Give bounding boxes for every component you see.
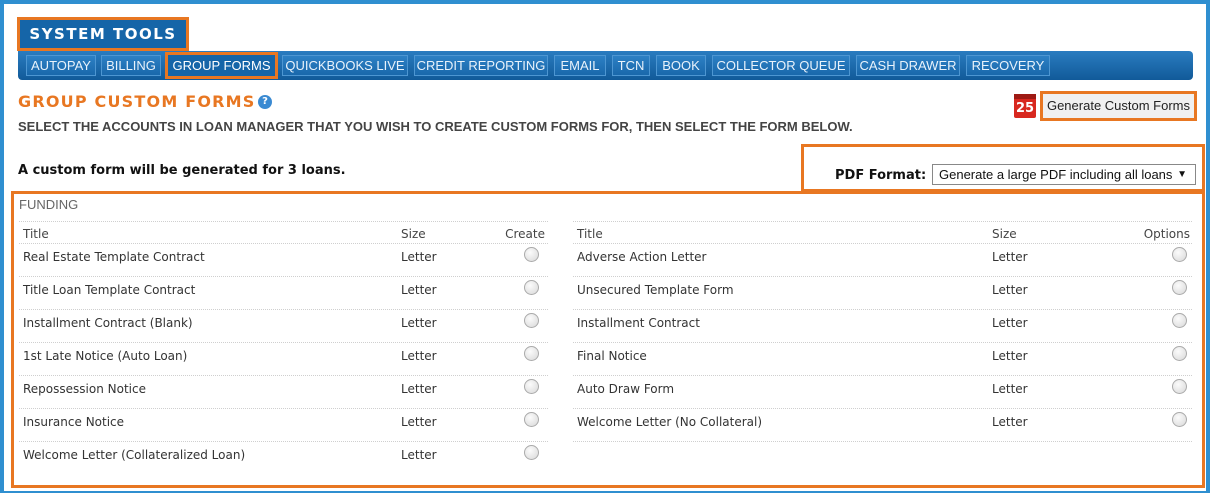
left-forms-table: Title Size Create Real Estate Template C… <box>19 221 548 475</box>
create-radio[interactable] <box>524 379 539 394</box>
system-tools-header[interactable]: SYSTEM TOOLS <box>17 17 189 51</box>
tab-email[interactable]: EMAIL <box>554 55 606 76</box>
tab-collector-queue[interactable]: COLLECTOR QUEUE <box>712 55 850 76</box>
create-radio[interactable] <box>524 412 539 427</box>
system-tools-label: SYSTEM TOOLS <box>29 25 177 43</box>
form-size: Letter <box>992 250 1028 264</box>
tab-autopay[interactable]: AUTOPAY <box>26 55 96 76</box>
table-row: Insurance Notice Letter <box>19 409 548 442</box>
form-title: Repossession Notice <box>23 382 146 396</box>
form-size: Letter <box>401 382 437 396</box>
tab-book[interactable]: BOOK <box>656 55 706 76</box>
form-size: Letter <box>401 349 437 363</box>
form-size: Letter <box>401 316 437 330</box>
table-row: Installment Contract (Blank) Letter <box>19 310 548 343</box>
table-row: Welcome Letter (No Collateral) Letter <box>573 409 1192 442</box>
pdf-format-selected: Generate a large PDF including all loans <box>939 167 1173 182</box>
tab-tcn[interactable]: TCN <box>612 55 650 76</box>
generate-forms-button-frame[interactable]: Generate Custom Forms <box>1040 91 1197 121</box>
pdf-format-section: PDF Format: Generate a large PDF includi… <box>801 144 1205 192</box>
table-row: Title Loan Template Contract Letter <box>19 277 548 310</box>
tab-cash-drawer[interactable]: CASH DRAWER <box>856 55 960 76</box>
form-size: Letter <box>401 415 437 429</box>
loan-count-note: A custom form will be generated for 3 lo… <box>18 163 346 178</box>
create-radio[interactable] <box>524 313 539 328</box>
table-header: Title Size Options <box>573 221 1192 244</box>
form-title: Title Loan Template Contract <box>23 283 196 297</box>
table-row: Repossession Notice Letter <box>19 376 548 409</box>
help-icon[interactable]: ? <box>258 95 272 109</box>
form-title: Final Notice <box>577 349 647 363</box>
header-size: Size <box>992 227 1017 241</box>
form-title: Welcome Letter (No Collateral) <box>577 415 763 429</box>
table-row: Adverse Action Letter Letter <box>573 244 1192 277</box>
table-row: Welcome Letter (Collateralized Loan) Let… <box>19 442 548 475</box>
generate-custom-forms-button[interactable]: Generate Custom Forms <box>1043 94 1194 118</box>
form-title: Real Estate Template Contract <box>23 250 205 264</box>
table-row: Installment Contract Letter <box>573 310 1192 343</box>
form-size: Letter <box>992 382 1028 396</box>
create-radio[interactable] <box>524 247 539 262</box>
form-title: Adverse Action Letter <box>577 250 707 264</box>
form-size: Letter <box>992 283 1028 297</box>
funding-section: FUNDING Title Size Create Real Estate Te… <box>11 191 1205 488</box>
form-title: Auto Draw Form <box>577 382 675 396</box>
tab-credit-reporting[interactable]: CREDIT REPORTING <box>414 55 548 76</box>
create-radio[interactable] <box>524 280 539 295</box>
calendar-day: 25 <box>1015 101 1035 116</box>
right-forms-table: Title Size Options Adverse Action Letter… <box>573 221 1192 442</box>
header-create: Create <box>505 227 545 241</box>
options-radio[interactable] <box>1172 412 1187 427</box>
form-size: Letter <box>401 448 437 462</box>
options-radio[interactable] <box>1172 280 1187 295</box>
form-size: Letter <box>992 316 1028 330</box>
options-radio[interactable] <box>1172 313 1187 328</box>
form-title: Unsecured Template Form <box>577 283 734 297</box>
table-header: Title Size Create <box>19 221 548 244</box>
header-title: Title <box>577 227 603 241</box>
table-row: 1st Late Notice (Auto Loan) Letter <box>19 343 548 376</box>
tab-quickbooks-live[interactable]: QUICKBOOKS LIVE <box>282 55 408 76</box>
table-row: Final Notice Letter <box>573 343 1192 376</box>
form-title: Installment Contract (Blank) <box>23 316 193 330</box>
create-radio[interactable] <box>524 445 539 460</box>
form-size: Letter <box>401 250 437 264</box>
table-row: Auto Draw Form Letter <box>573 376 1192 409</box>
header-options: Options <box>1143 227 1190 241</box>
nav-bar: AUTOPAY BILLING GROUP FORMS QUICKBOOKS L… <box>18 51 1193 80</box>
header-size: Size <box>401 227 426 241</box>
form-title: Welcome Letter (Collateralized Loan) <box>23 448 246 462</box>
options-radio[interactable] <box>1172 247 1187 262</box>
dropdown-arrow-icon: ▼ <box>1177 169 1187 180</box>
form-title: Insurance Notice <box>23 415 125 429</box>
section-label-funding: FUNDING <box>19 197 79 212</box>
options-radio[interactable] <box>1172 346 1187 361</box>
table-row: Unsecured Template Form Letter <box>573 277 1192 310</box>
page-subtitle: SELECT THE ACCOUNTS IN LOAN MANAGER THAT… <box>18 119 853 134</box>
header-title: Title <box>23 227 49 241</box>
create-radio[interactable] <box>524 346 539 361</box>
pdf-format-select[interactable]: Generate a large PDF including all loans… <box>932 164 1196 185</box>
form-size: Letter <box>992 349 1028 363</box>
tab-recovery[interactable]: RECOVERY <box>966 55 1050 76</box>
form-title: 1st Late Notice (Auto Loan) <box>23 349 188 363</box>
form-size: Letter <box>401 283 437 297</box>
calendar-icon[interactable]: 25 <box>1014 94 1036 118</box>
options-radio[interactable] <box>1172 379 1187 394</box>
page-title: GROUP CUSTOM FORMS <box>18 92 256 111</box>
tab-billing[interactable]: BILLING <box>101 55 161 76</box>
form-title: Installment Contract <box>577 316 700 330</box>
table-row: Real Estate Template Contract Letter <box>19 244 548 277</box>
form-size: Letter <box>992 415 1028 429</box>
tab-group-forms[interactable]: GROUP FORMS <box>165 52 278 79</box>
pdf-format-label: PDF Format: <box>835 168 927 183</box>
